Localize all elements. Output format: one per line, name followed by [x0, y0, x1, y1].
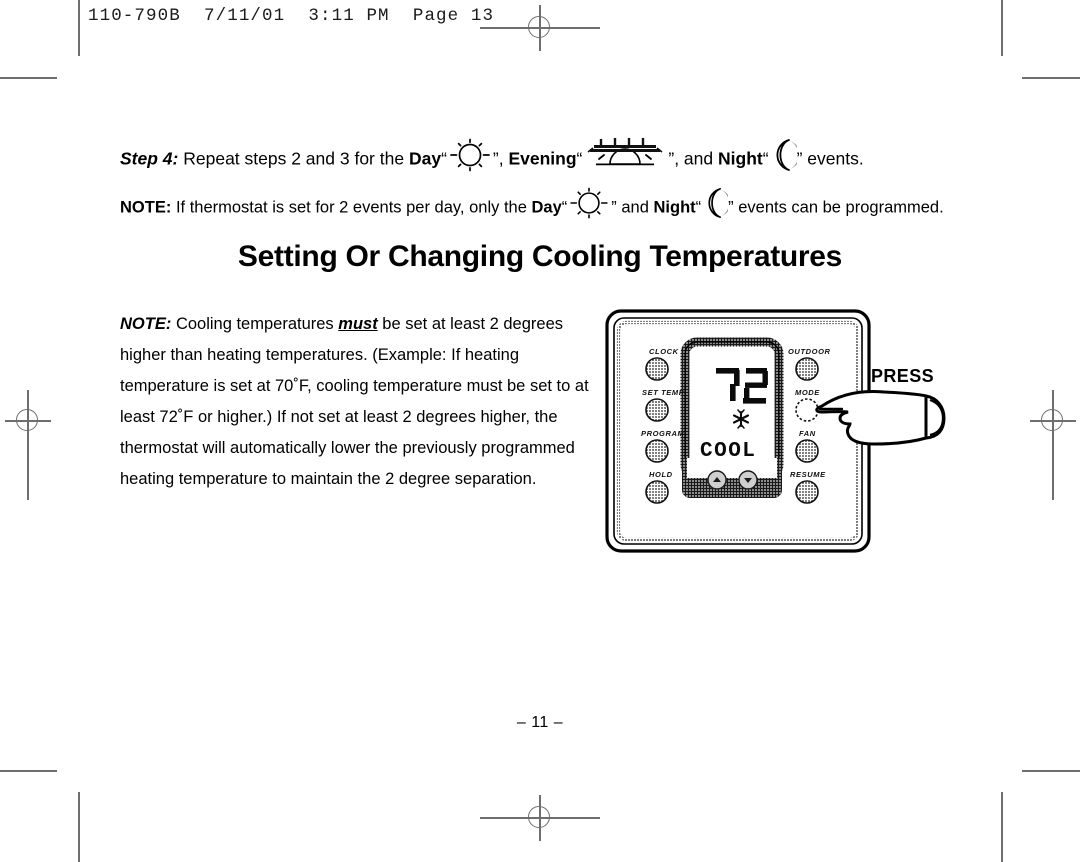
svg-text:COOL: COOL: [700, 440, 756, 463]
note-day-label: Day: [531, 198, 562, 217]
crescent-moon-icon: [701, 187, 731, 227]
sun-icon: [567, 187, 611, 227]
svg-text:PROGRAM: PROGRAM: [641, 429, 685, 438]
crop-mark-bottom-right-vertical: [1001, 792, 1003, 862]
registration-mark-left: [5, 398, 51, 444]
note-text-c: events can be programmed.: [738, 198, 944, 217]
registration-mark-right: [1030, 398, 1076, 444]
crop-mark-bottom-right-horizontal: [1022, 770, 1080, 772]
note-text-a: If thermostat is set for 2 events per da…: [175, 198, 527, 217]
body-note-emphasis: must: [338, 314, 378, 333]
crop-mark-top-left-vertical: [78, 0, 80, 56]
body-note-part1: Cooling temperatures: [175, 314, 334, 333]
step-4-label: Step 4:: [120, 148, 179, 169]
note-night-label: Night: [653, 198, 696, 217]
print-slug: 110-790B 7/11/01 3:11 PM Page 13: [88, 6, 495, 26]
page-title: Setting Or Changing Cooling Temperatures: [237, 240, 843, 273]
pointing-hand-icon: [800, 380, 956, 450]
note-text-b: and: [621, 198, 649, 217]
svg-text:OUTDOOR: OUTDOOR: [788, 347, 831, 356]
step-4-text-c: events.: [807, 148, 864, 169]
quote-close-3: ”: [796, 148, 803, 169]
registration-mark-top: [517, 5, 563, 51]
step-4-day-label: Day: [408, 148, 442, 169]
svg-text:RESUME: RESUME: [790, 470, 826, 479]
body-note-paragraph: NOTE: Cooling temperatures must be set a…: [120, 309, 590, 495]
svg-text:HOLD: HOLD: [649, 470, 673, 479]
step-4-instruction: Step 4: Repeat steps 2 and 3 for the Day…: [120, 138, 1000, 182]
registration-mark-bottom: [517, 795, 563, 841]
crop-mark-top-right-vertical: [1001, 0, 1003, 56]
step-4-evening-label: Evening: [508, 148, 577, 169]
svg-text:SET TEMP: SET TEMP: [642, 388, 685, 397]
body-note-part2: be set at least 2 degrees higher than he…: [120, 314, 589, 488]
sun-icon: [447, 138, 493, 180]
note-label: NOTE:: [120, 198, 172, 217]
crop-mark-top-right-horizontal: [1022, 77, 1080, 79]
step-4-text-b: , and: [674, 148, 714, 169]
crop-mark-top-left-horizontal: [0, 77, 57, 79]
quote-close-4: ”: [611, 198, 617, 217]
sunset-icon: [582, 135, 668, 179]
step-4-text-a: Repeat steps 2 and 3 for the: [183, 148, 405, 169]
crop-mark-bottom-left-horizontal: [0, 770, 57, 772]
step-4-night-label: Night: [718, 148, 763, 169]
page-number: – 11 –: [516, 714, 564, 731]
body-note-label: NOTE:: [120, 314, 172, 333]
note-two-events: NOTE: If thermostat is set for 2 events …: [120, 187, 1020, 228]
quote-close-5: ”: [728, 198, 734, 217]
svg-text:CLOCK: CLOCK: [649, 347, 679, 356]
document-page: 110-790B 7/11/01 3:11 PM Page 13 Step 4:…: [0, 0, 1080, 862]
comma-1: ,: [498, 148, 504, 169]
crop-mark-bottom-left-vertical: [78, 792, 80, 862]
crescent-moon-icon: [769, 138, 800, 180]
